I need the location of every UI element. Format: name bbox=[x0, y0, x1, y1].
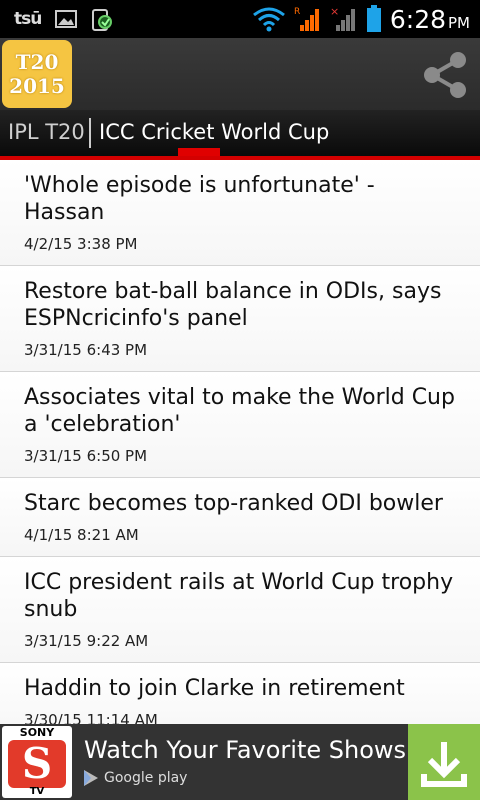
list-item[interactable]: Associates vital to make the World Cup a… bbox=[0, 372, 480, 478]
tab-ipl-t20[interactable]: IPL T20 bbox=[8, 120, 85, 144]
wifi-icon bbox=[252, 7, 285, 32]
article-date: 3/31/15 6:43 PM bbox=[24, 341, 148, 359]
article-headline: 'Whole episode is unfortunate' - Hassan bbox=[24, 173, 375, 225]
ad-banner[interactable]: SONY S TV Watch Your Favorite Shows Goog… bbox=[0, 724, 480, 800]
article-date: 3/30/15 11:14 AM bbox=[24, 711, 158, 725]
article-headline: Starc becomes top-ranked ODI bowler bbox=[24, 491, 443, 516]
article-headline: ICC president rails at World Cup trophy … bbox=[24, 570, 454, 622]
carrier-label: tsū bbox=[14, 9, 42, 29]
status-bar: tsū R × 6:28 PM bbox=[0, 0, 480, 38]
article-list[interactable]: 'Whole episode is unfortunate' - Hassan … bbox=[0, 160, 480, 725]
ad-download-button[interactable] bbox=[408, 724, 480, 800]
image-icon bbox=[55, 10, 78, 28]
list-item[interactable]: Starc becomes top-ranked ODI bowler 4/1/… bbox=[0, 478, 480, 557]
list-item[interactable]: Restore bat-ball balance in ODIs, says E… bbox=[0, 266, 480, 372]
ad-brand-logo: SONY S TV bbox=[2, 726, 72, 798]
ad-store-label: Google play bbox=[104, 770, 188, 786]
list-item[interactable]: ICC president rails at World Cup trophy … bbox=[0, 557, 480, 663]
download-icon bbox=[92, 9, 113, 31]
tab-divider bbox=[89, 118, 91, 148]
logo-line1: T20 bbox=[15, 50, 59, 74]
google-play-icon bbox=[84, 770, 98, 786]
action-bar: T20 2015 bbox=[0, 38, 480, 110]
ad-brand-bottom: TV bbox=[29, 786, 45, 797]
logo-line2: 2015 bbox=[9, 74, 65, 98]
svg-text:R: R bbox=[294, 7, 300, 17]
signal-roaming-icon: R bbox=[294, 7, 319, 31]
share-icon[interactable] bbox=[420, 50, 470, 100]
article-date: 4/2/15 3:38 PM bbox=[24, 235, 138, 253]
ad-title: Watch Your Favorite Shows bbox=[84, 736, 407, 764]
svg-text:×: × bbox=[330, 5, 339, 18]
tab-icc-cricket-world-cup[interactable]: ICC Cricket World Cup bbox=[99, 120, 329, 144]
article-headline: Associates vital to make the World Cup a… bbox=[24, 385, 455, 437]
download-icon bbox=[421, 742, 467, 787]
active-tab-indicator bbox=[178, 148, 220, 156]
app-logo[interactable]: T20 2015 bbox=[2, 40, 72, 108]
battery-icon bbox=[366, 5, 381, 32]
clock: 6:28 PM bbox=[389, 4, 470, 34]
list-item[interactable]: Haddin to join Clarke in retirement 3/30… bbox=[0, 663, 480, 725]
signal-no-service-icon: × bbox=[330, 5, 355, 31]
tab-bar: IPL T20 ICC Cricket World Cup bbox=[0, 110, 480, 160]
ad-brand-letter: S bbox=[8, 740, 66, 788]
article-date: 3/31/15 9:22 AM bbox=[24, 632, 149, 650]
ad-store: Google play bbox=[84, 770, 187, 786]
article-headline: Restore bat-ball balance in ODIs, says E… bbox=[24, 279, 442, 331]
list-item[interactable]: 'Whole episode is unfortunate' - Hassan … bbox=[0, 160, 480, 266]
article-date: 4/1/15 8:21 AM bbox=[24, 526, 139, 544]
ad-brand-top: SONY bbox=[19, 726, 55, 739]
article-headline: Haddin to join Clarke in retirement bbox=[24, 676, 405, 701]
article-date: 3/31/15 6:50 PM bbox=[24, 447, 148, 465]
